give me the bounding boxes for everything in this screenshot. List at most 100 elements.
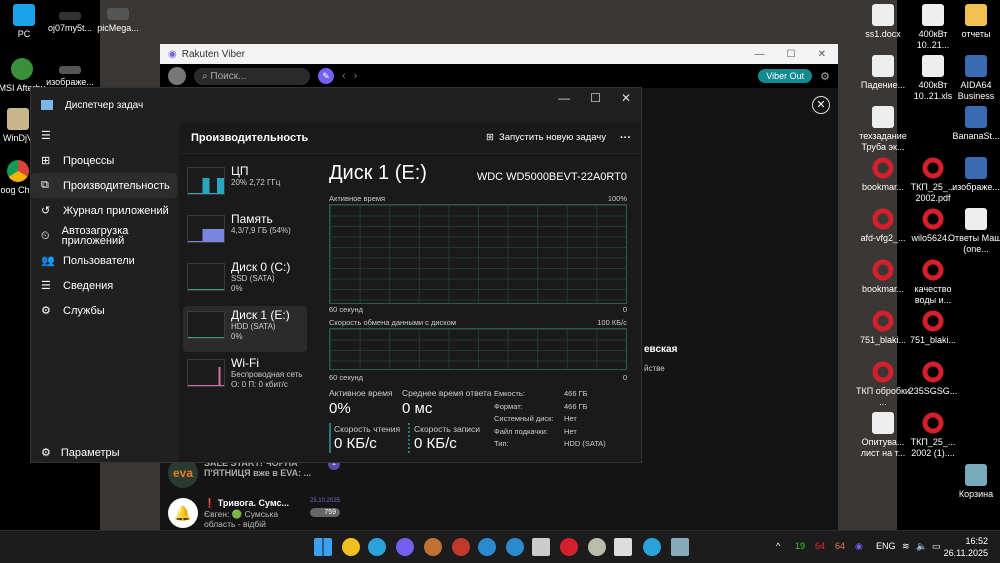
desktop-icon[interactable]: техзадание Труба эк...: [855, 106, 911, 153]
property-value: Нет: [564, 426, 577, 436]
app-icon[interactable]: [342, 538, 360, 556]
app-icon[interactable]: [478, 538, 496, 556]
sidebar-item-history[interactable]: ↺ Журнал приложений: [31, 198, 179, 223]
show-hidden-icons-icon[interactable]: ^: [776, 541, 780, 551]
doc-icon: [922, 4, 944, 26]
sidebar-item-services[interactable]: ⚙ Службы: [31, 298, 179, 323]
desktop-icon[interactable]: AIDA64 Business: [948, 55, 1000, 102]
property-label: Емкость:: [494, 389, 525, 398]
opera-icon[interactable]: [560, 538, 578, 556]
telegram-icon[interactable]: [368, 538, 386, 556]
device-item[interactable]: Диск 1 (E:) HDD (SATA) 0%: [183, 306, 307, 352]
tray-icon[interactable]: 19: [795, 541, 805, 551]
sidebar-item-users[interactable]: 👥 Пользователи: [31, 248, 179, 273]
desktop-icon[interactable]: качество воды и...: [905, 259, 961, 306]
tray-icon[interactable]: 64: [835, 541, 845, 551]
chat-item[interactable]: 🔔 ❗ Тривога. Сумс... Євген: 🟢 Сумська об…: [160, 494, 348, 539]
wifi-icon[interactable]: ≋: [902, 541, 910, 552]
avatar[interactable]: [168, 67, 186, 85]
desktop-icon[interactable]: picMega...: [90, 8, 146, 34]
desktop-icon[interactable]: BananaSt...: [948, 106, 1000, 142]
minimize-button[interactable]: —: [558, 91, 570, 105]
viber-tray-icon[interactable]: ◉: [855, 541, 863, 552]
desktop-icon[interactable]: отчеты: [948, 4, 1000, 40]
device-item[interactable]: Wi-Fi Беспроводная сеть О: 0 П: 0 кбит/с: [183, 354, 307, 400]
volume-icon[interactable]: 🔈: [916, 541, 927, 552]
desktop-icon[interactable]: bookmar...: [855, 157, 911, 193]
desktop-icon[interactable]: Корзина: [948, 464, 1000, 500]
desktop-icon[interactable]: ТКП обробки ...: [855, 361, 911, 408]
hamburger-menu-icon[interactable]: ☰: [31, 122, 179, 148]
device-item[interactable]: Память 4,3/7,9 ГБ (54%): [183, 210, 307, 256]
language-indicator[interactable]: ENG: [876, 541, 896, 551]
opera-icon: [922, 259, 944, 281]
users-icon: 👥: [41, 255, 55, 267]
app-icon: [965, 157, 987, 179]
close-button[interactable]: ✕: [621, 91, 631, 105]
more-options-icon[interactable]: ···: [620, 132, 641, 144]
back-icon[interactable]: ‹: [342, 70, 346, 82]
sidebar: ☰ ⊞ Процессы ⧉ Производительность ↺ Журнал пр…: [31, 122, 179, 462]
close-panel-icon[interactable]: ✕: [812, 96, 830, 114]
minimize-button[interactable]: —: [755, 49, 765, 60]
app-icon[interactable]: [588, 538, 606, 556]
app-icon[interactable]: [614, 538, 632, 556]
viber-out-button[interactable]: Viber Out: [758, 69, 813, 83]
desktop-icon[interactable]: ss1.docx: [855, 4, 911, 40]
run-new-task-button[interactable]: ⊞ Запустить новую задачу: [486, 132, 620, 143]
doc-icon: [872, 4, 894, 26]
write-speed-value: 0 КБ/с: [414, 435, 457, 452]
app-icon: [965, 55, 987, 77]
app-icon[interactable]: [506, 538, 524, 556]
image-icon: [59, 66, 81, 74]
desktop-icon[interactable]: Падение...: [855, 55, 911, 91]
start-button[interactable]: [314, 538, 332, 556]
opera-icon: [872, 361, 894, 383]
compose-icon[interactable]: ✎: [318, 68, 334, 84]
property-label: Системный диск:: [494, 414, 554, 423]
battery-icon[interactable]: ▭: [932, 541, 941, 552]
desktop-icon[interactable]: Ответы Маш.(one...: [948, 208, 1000, 255]
desktop-icon[interactable]: Опитува... лист на т...: [855, 412, 911, 459]
chat-list: eva SALE START! ЧОРНА П'ЯТНИЦЯ вже в EVA…: [160, 454, 348, 539]
sidebar-item-details[interactable]: ☰ Сведения: [31, 273, 179, 298]
task-manager-titlebar: Диспетчер задач: [31, 88, 641, 122]
search-input[interactable]: ⌕ Поиск...: [194, 67, 310, 85]
clock[interactable]: 16:52 26.11.2025: [944, 535, 988, 559]
close-button[interactable]: ✕: [818, 49, 826, 60]
details-icon: ☰: [41, 280, 51, 292]
desktop-icon[interactable]: bookmar...: [855, 259, 911, 295]
explorer-icon[interactable]: [532, 538, 550, 556]
viber-taskbar-icon[interactable]: [396, 538, 414, 556]
device-item[interactable]: Диск 0 (C:) SSD (SATA) 0%: [183, 258, 307, 304]
desktop-icon[interactable]: 235SGSG...: [905, 361, 961, 397]
desktop-icon[interactable]: 751_blaki...: [855, 310, 911, 346]
device-item[interactable]: ЦП 20% 2,72 ГГц: [183, 162, 307, 208]
sidebar-item-startup[interactable]: ⏲ Автозагрузка приложений: [31, 223, 179, 248]
telegram-icon[interactable]: [643, 538, 661, 556]
device-mini-graph: [187, 311, 225, 339]
tray-icon[interactable]: 64: [815, 541, 825, 551]
desktop-icon[interactable]: ТКП_25_... 2002 (1)....: [905, 412, 961, 459]
device-mini-graph: [187, 167, 225, 195]
desktop-icon[interactable]: afd-vfg2_...: [855, 208, 911, 244]
sidebar-item-processes[interactable]: ⊞ Процессы: [31, 148, 179, 173]
maximize-button[interactable]: ☐: [787, 49, 796, 60]
desktop-icon[interactable]: изображе...: [948, 157, 1000, 193]
app-icon[interactable]: [424, 538, 442, 556]
forward-icon[interactable]: ›: [354, 70, 358, 82]
page-title: Производительность: [191, 131, 309, 144]
property-value: 466 ГБ: [564, 389, 588, 398]
desktop-icon[interactable]: 751_blaki...: [905, 310, 961, 346]
sidebar-item-performance[interactable]: ⧉ Производительность: [31, 173, 177, 198]
maximize-button[interactable]: ☐: [590, 91, 601, 105]
desktop-icon[interactable]: изображе...: [42, 66, 98, 88]
opera-icon: [922, 208, 944, 230]
psiphon-icon[interactable]: [452, 538, 470, 556]
opera-icon: [922, 412, 944, 434]
unread-badge: 759: [309, 508, 340, 517]
opera-icon: [872, 208, 894, 230]
task-manager-taskbar-icon[interactable]: [671, 538, 689, 556]
settings-gear-icon[interactable]: ⚙: [820, 70, 830, 83]
sidebar-item-settings[interactable]: ⚙ Параметры: [31, 440, 120, 465]
